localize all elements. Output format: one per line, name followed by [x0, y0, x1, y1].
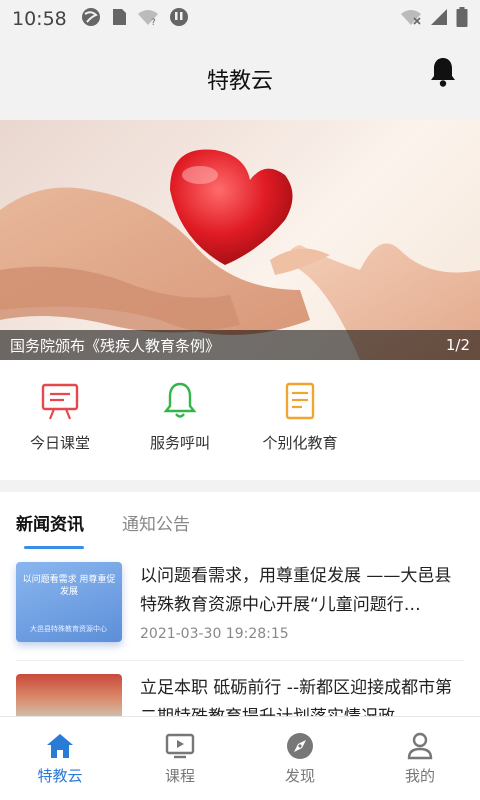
- nav-item-home[interactable]: 特教云: [0, 731, 120, 786]
- news-thumbnail: 以问题看需求 用尊重促发展 大邑县特殊教育资源中心: [16, 562, 122, 642]
- nav-label: 课程: [164, 767, 195, 785]
- status-time: 10:58: [12, 8, 67, 30]
- compass-icon: [285, 731, 315, 761]
- page-title: 特教云: [206, 69, 273, 94]
- quick-action-individual-education[interactable]: 个别化教育: [240, 380, 360, 453]
- list-item[interactable]: 以问题看需求 用尊重促发展 大邑县特殊教育资源中心 以问题看需求，用尊重促发展 …: [0, 562, 480, 672]
- news-title: 以问题看需求，用尊重促发展 ——大邑县特殊教育资源中心开展“儿童问题行…: [140, 566, 452, 615]
- active-tab-indicator: [24, 546, 84, 549]
- wifi-question-icon: ?: [137, 8, 159, 30]
- section-divider: [0, 480, 480, 492]
- banner-caption-bar: 国务院颁布《残疾人教育条例》 1/2: [0, 330, 480, 360]
- sim-card-icon: [111, 7, 127, 31]
- banner-pager: 1/2: [445, 336, 470, 354]
- nav-label: 特教云: [37, 767, 83, 785]
- banner-image: [0, 149, 480, 360]
- thumbnail-subtext: 大邑县特殊教育资源中心: [30, 625, 107, 633]
- list-divider: [16, 660, 464, 661]
- banner-carousel[interactable]: 国务院颁布《残疾人教育条例》 1/2: [0, 120, 480, 360]
- nav-item-profile[interactable]: 我的: [360, 731, 480, 786]
- news-tabs: 新闻资讯 通知公告: [0, 492, 480, 550]
- quick-action-label: 个别化教育: [262, 434, 338, 452]
- nav-item-courses[interactable]: 课程: [120, 731, 240, 786]
- quick-action-service-call[interactable]: 服务呼叫: [120, 380, 240, 453]
- signal-icon: [430, 8, 448, 30]
- notification-bell-icon[interactable]: [428, 56, 458, 88]
- tab-news[interactable]: 新闻资讯: [16, 510, 84, 535]
- nav-label: 发现: [284, 767, 315, 785]
- bottom-navigation: 特教云 课程 发现 我的: [0, 716, 480, 800]
- banner-caption: 国务院颁布《残疾人教育条例》: [10, 336, 221, 355]
- bell-outline-icon: [160, 380, 200, 422]
- home-icon: [45, 731, 75, 761]
- document-icon: [280, 380, 320, 422]
- app-notification-icon: [169, 7, 189, 31]
- app-header: 特教云: [0, 38, 480, 120]
- status-bar: 10:58 ?: [0, 0, 480, 38]
- presentation-board-icon: [40, 380, 80, 422]
- news-time: 2021-03-30 19:28:15: [140, 626, 289, 642]
- thumbnail-text: 以问题看需求 用尊重促发展: [22, 575, 116, 597]
- svg-text:?: ?: [151, 18, 156, 26]
- globe-icon: [81, 7, 101, 31]
- video-screen-icon: [165, 731, 195, 761]
- battery-icon: [456, 7, 468, 31]
- nav-item-discover[interactable]: 发现: [240, 731, 360, 786]
- tab-notices[interactable]: 通知公告: [122, 510, 190, 535]
- wifi-off-icon: [400, 8, 422, 30]
- nav-label: 我的: [404, 767, 435, 785]
- quick-action-today-class[interactable]: 今日课堂: [0, 380, 120, 453]
- quick-actions: 今日课堂 服务呼叫 个别化教育: [0, 360, 480, 480]
- user-icon: [405, 731, 435, 761]
- quick-action-label: 今日课堂: [29, 434, 90, 452]
- quick-action-label: 服务呼叫: [149, 434, 210, 452]
